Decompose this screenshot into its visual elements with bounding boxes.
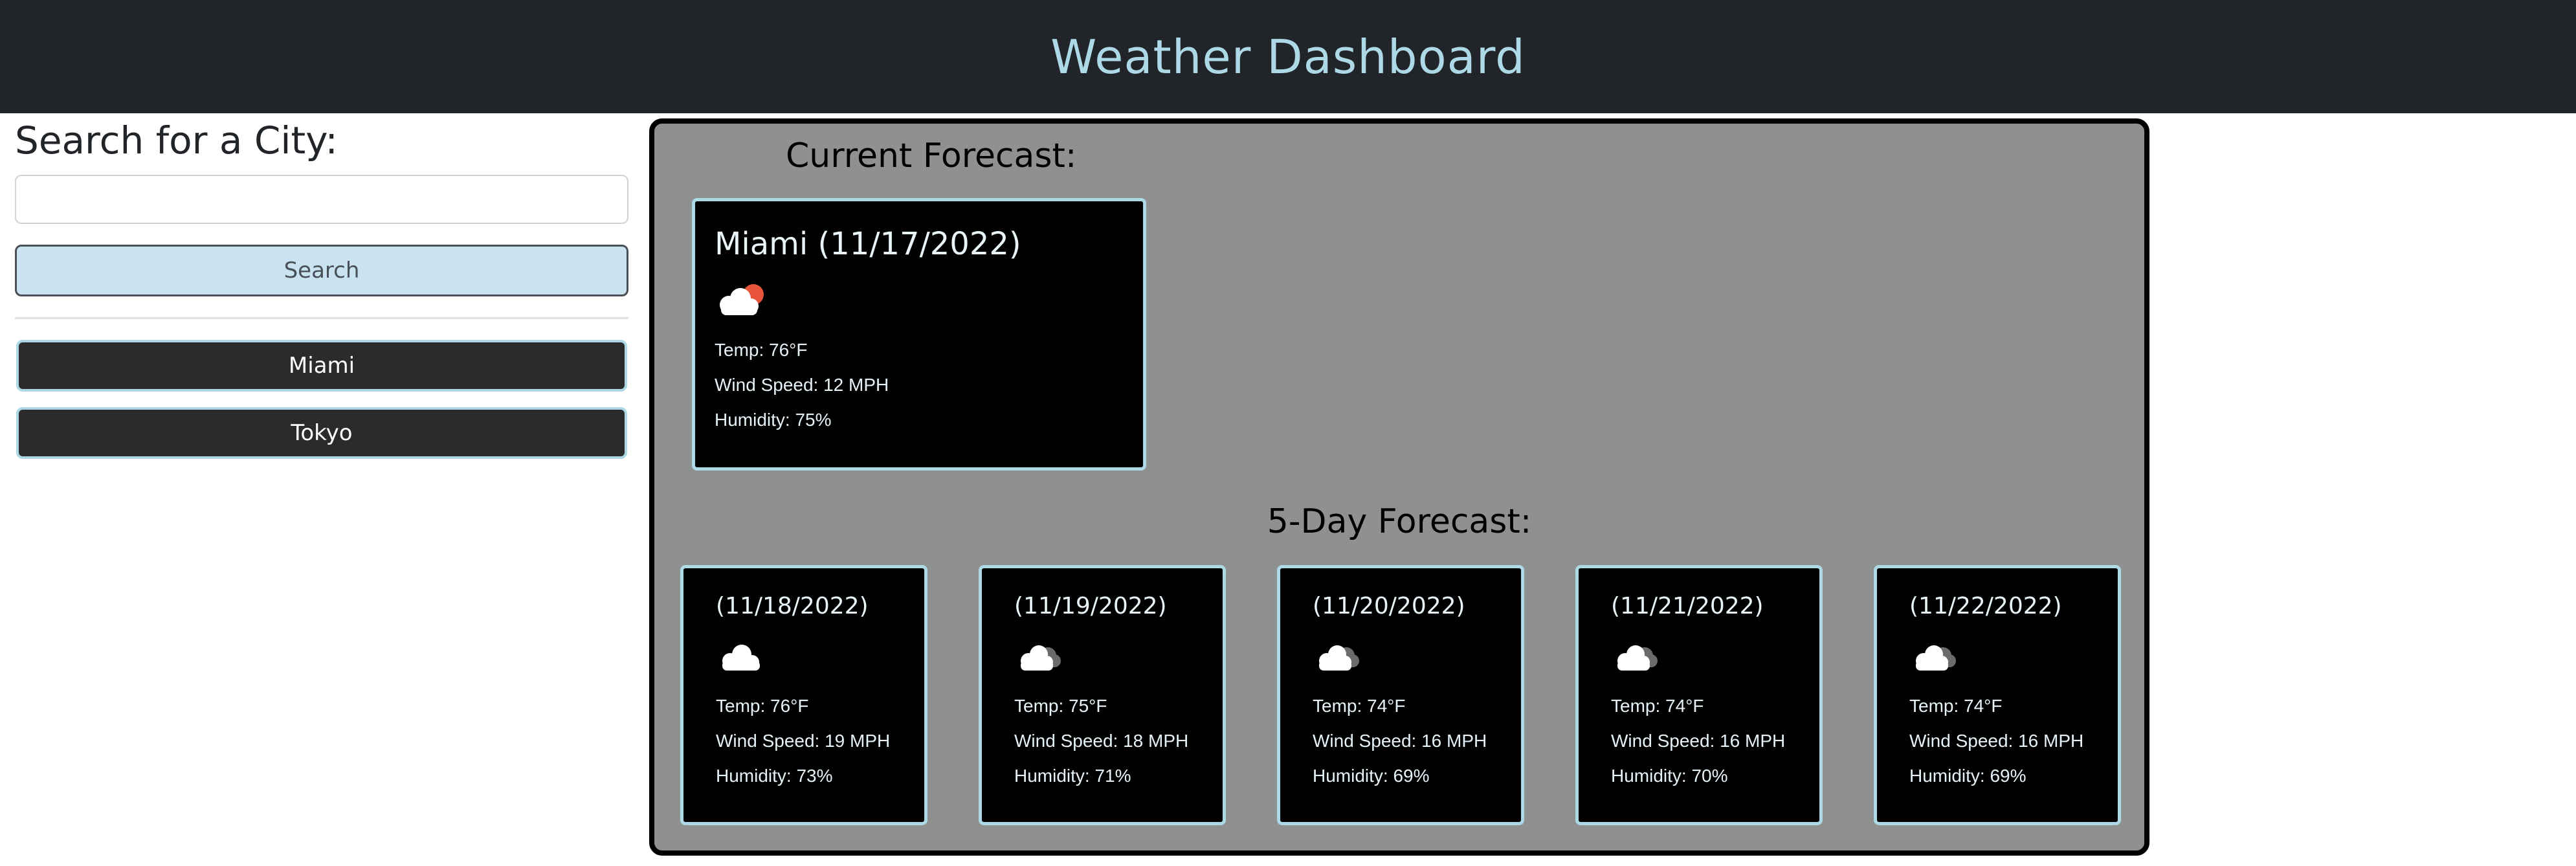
- search-button[interactable]: Search: [15, 245, 628, 296]
- cloud-icon: [722, 645, 760, 671]
- overcast-clouds-icon: [1916, 645, 1956, 671]
- forecast-wind: Wind Speed: 18 MPH: [1014, 731, 1189, 751]
- forecast-humidity: Humidity: 70%: [1611, 766, 1728, 786]
- history-city-button[interactable]: Tokyo: [16, 407, 627, 459]
- forecast-temp: Temp: 76°F: [716, 696, 809, 716]
- app-header: Weather Dashboard: [0, 0, 2576, 113]
- forecast-temp: Temp: 74°F: [1611, 696, 1704, 716]
- forecast-day-card: (11/18/2022) Temp: 76°F Wind Speed: 19 M…: [680, 565, 927, 825]
- forecast-humidity: Humidity: 69%: [1313, 766, 1430, 786]
- overcast-clouds-icon: [1319, 645, 1359, 671]
- sidebar: Search for a City: Search Miami Tokyo: [15, 115, 630, 474]
- forecast-date: (11/22/2022): [1909, 593, 2062, 619]
- forecast-date: (11/21/2022): [1611, 593, 1764, 619]
- partly-cloudy-sun-icon: [720, 284, 764, 315]
- city-search-input[interactable]: [15, 175, 628, 224]
- current-wind: Wind Speed: 12 MPH: [715, 375, 889, 395]
- current-weather-card: Miami (11/17/2022) Temp: 76°F Wind Speed…: [692, 198, 1146, 471]
- five-day-forecast-title: 5-Day Forecast:: [1267, 502, 1532, 541]
- history-city-button[interactable]: Miami: [16, 340, 627, 392]
- forecast-day-card: (11/21/2022) Temp: 74°F Wind Speed: 16 M…: [1575, 565, 1823, 825]
- forecast-wind: Wind Speed: 19 MPH: [716, 731, 891, 751]
- forecast-date: (11/20/2022): [1313, 593, 1465, 619]
- forecast-panel: Current Forecast: Miami (11/17/2022) Tem…: [649, 118, 2149, 856]
- page-title: Weather Dashboard: [1050, 29, 1526, 84]
- forecast-temp: Temp: 74°F: [1909, 696, 2003, 716]
- forecast-wind: Wind Speed: 16 MPH: [1313, 731, 1487, 751]
- current-city-date: Miami (11/17/2022): [715, 226, 1021, 262]
- search-title: Search for a City:: [15, 118, 338, 162]
- forecast-date: (11/19/2022): [1014, 593, 1167, 619]
- overcast-clouds-icon: [1021, 645, 1061, 671]
- five-day-forecast: (11/18/2022) Temp: 76°F Wind Speed: 19 M…: [680, 565, 2124, 825]
- forecast-day-card: (11/19/2022) Temp: 75°F Wind Speed: 18 M…: [979, 565, 1226, 825]
- forecast-day-card: (11/20/2022) Temp: 74°F Wind Speed: 16 M…: [1277, 565, 1524, 825]
- forecast-date: (11/18/2022): [716, 593, 869, 619]
- forecast-wind: Wind Speed: 16 MPH: [1611, 731, 1786, 751]
- forecast-temp: Temp: 74°F: [1313, 696, 1406, 716]
- search-history: Miami Tokyo: [15, 340, 630, 459]
- forecast-temp: Temp: 75°F: [1014, 696, 1107, 716]
- current-forecast-title: Current Forecast:: [786, 137, 1077, 175]
- overcast-clouds-icon: [1617, 645, 1658, 671]
- forecast-humidity: Humidity: 71%: [1014, 766, 1131, 786]
- current-temp: Temp: 76°F: [715, 340, 808, 360]
- forecast-humidity: Humidity: 69%: [1909, 766, 2026, 786]
- sidebar-divider: [15, 317, 628, 319]
- forecast-wind: Wind Speed: 16 MPH: [1909, 731, 2084, 751]
- forecast-day-card: (11/22/2022) Temp: 74°F Wind Speed: 16 M…: [1874, 565, 2121, 825]
- forecast-humidity: Humidity: 73%: [716, 766, 833, 786]
- current-humidity: Humidity: 75%: [715, 410, 832, 430]
